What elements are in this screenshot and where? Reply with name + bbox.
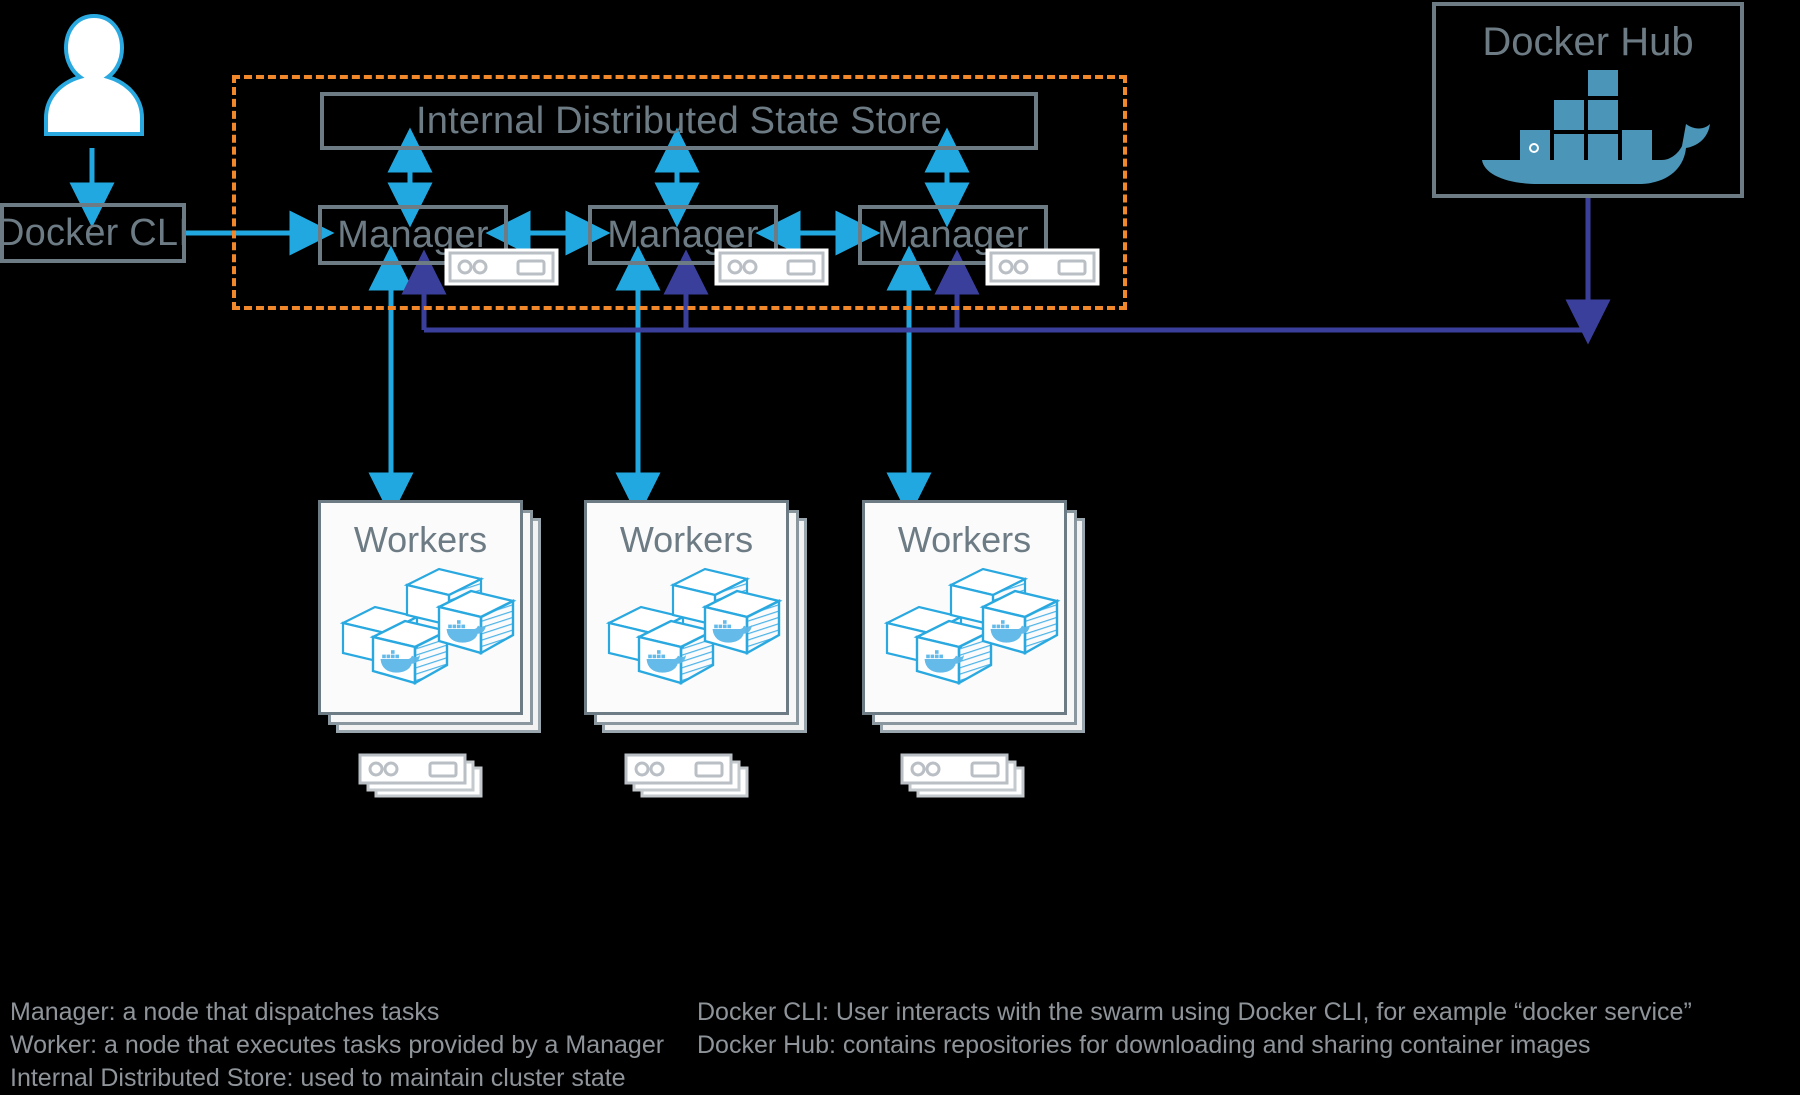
worker-label-3: Workers	[897, 519, 1032, 560]
user-silhouette-icon	[44, 13, 144, 136]
legend-right-line-2: Docker Hub: contains repositories for do…	[697, 1031, 1591, 1059]
container-cubes-icon-3	[883, 567, 1061, 686]
state-store-label: Internal Distributed State Store	[415, 100, 942, 142]
worker-card-front-3[interactable]: Workers	[862, 500, 1067, 715]
worker-card-front-1[interactable]: Workers	[318, 500, 523, 715]
user-icon-wrapper	[34, 10, 154, 140]
worker-stack-1[interactable]: Workers	[318, 500, 548, 740]
legend-left-line-2: Worker: a node that executes tasks provi…	[10, 1031, 665, 1059]
server-stack-worker-1	[358, 752, 488, 800]
container-cubes-icon-2	[605, 567, 783, 686]
legend-right: Docker CLI: User interacts with the swar…	[697, 996, 1692, 1062]
worker-card-front-2[interactable]: Workers	[584, 500, 789, 715]
legend-left-line-1: Manager: a node that dispatches tasks	[10, 998, 440, 1026]
server-icon-manager-3	[985, 248, 1100, 286]
legend-right-line-1: Docker CLI: User interacts with the swar…	[697, 998, 1692, 1026]
legend-left-line-3: Internal Distributed Store: used to main…	[10, 1064, 626, 1092]
server-stack-worker-3	[900, 752, 1030, 800]
container-cubes-icon-1	[339, 567, 517, 686]
server-icon-manager-1	[444, 248, 559, 286]
docker-hub-box[interactable]: Docker Hub	[1432, 2, 1744, 198]
docker-cli-label: Docker CLI	[0, 212, 190, 254]
server-icon-manager-2	[714, 248, 829, 286]
docker-hub-label: Docker Hub	[1482, 20, 1694, 64]
diagram-canvas: Docker CLI Internal Distributed State St…	[0, 0, 1800, 1092]
legend-left: Manager: a node that dispatches tasks Wo…	[10, 996, 664, 1095]
worker-label-1: Workers	[353, 519, 488, 560]
state-store-box[interactable]: Internal Distributed State Store	[320, 92, 1038, 150]
worker-label-2: Workers	[619, 519, 754, 560]
server-stack-worker-2	[624, 752, 754, 800]
worker-stack-2[interactable]: Workers	[584, 500, 814, 740]
docker-cli-box[interactable]: Docker CLI	[0, 203, 190, 263]
docker-whale-icon	[1482, 70, 1710, 184]
worker-stack-3[interactable]: Workers	[862, 500, 1092, 740]
